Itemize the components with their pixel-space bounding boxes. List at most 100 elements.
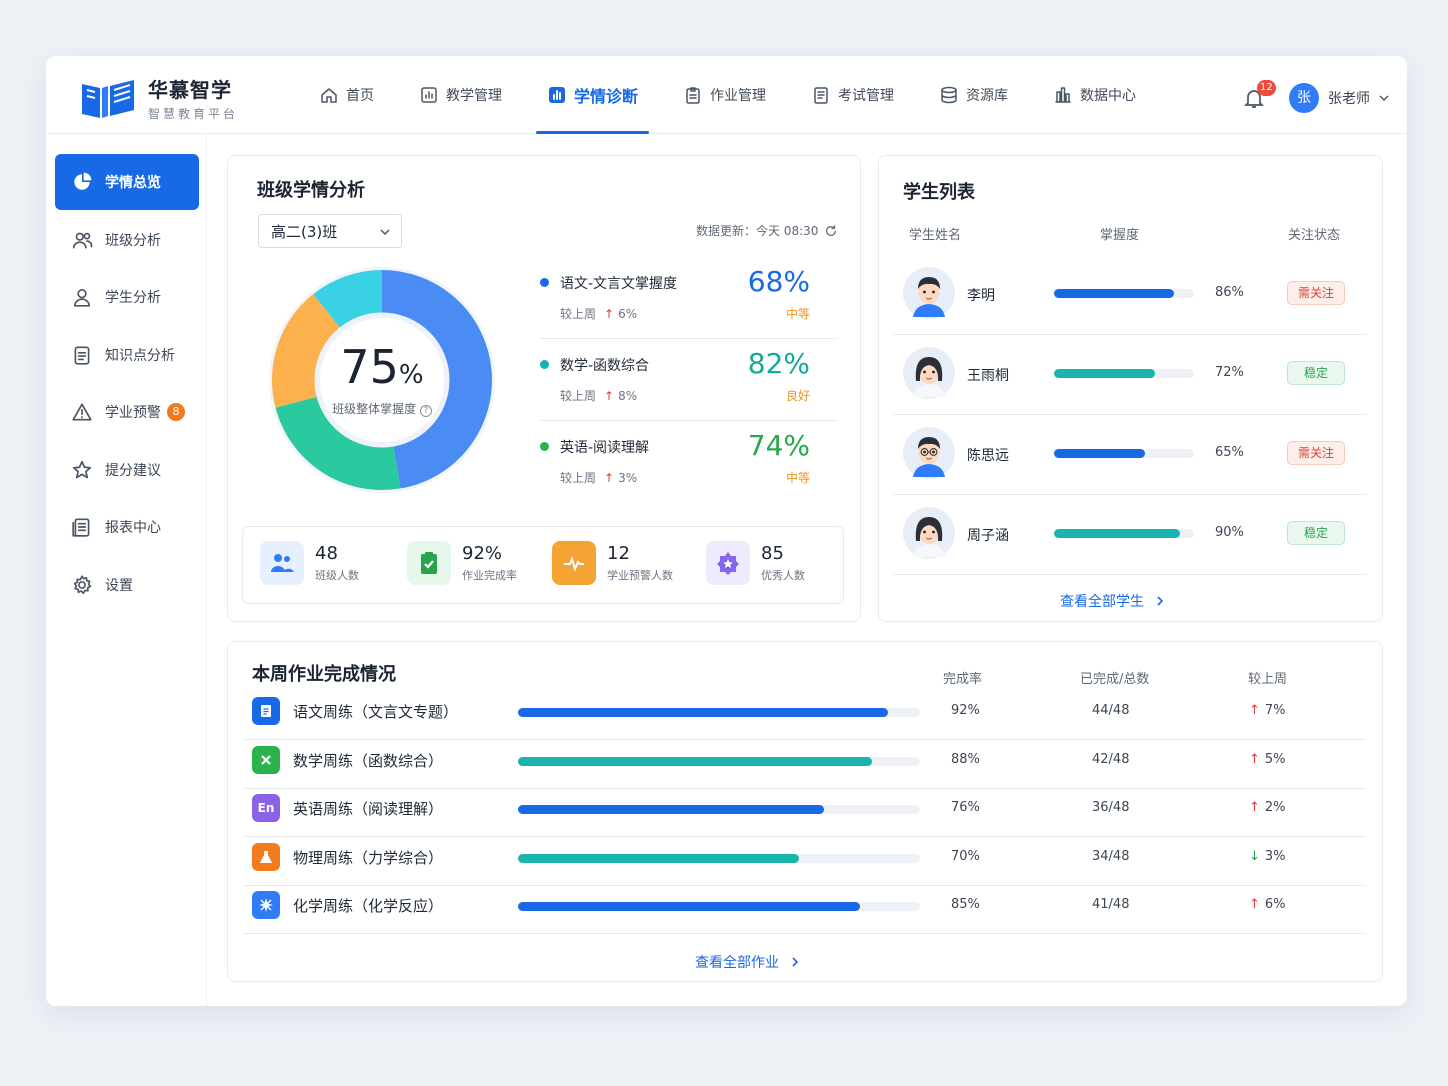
- nav-label: 数据中心: [1080, 88, 1137, 104]
- mastery-bar: [1054, 289, 1194, 298]
- subject-row[interactable]: 数学-函数综合 较上周 ↑ 8% 82% 良好: [540, 339, 838, 421]
- class-select[interactable]: 高二(3)班: [258, 214, 402, 248]
- donut-center: 75% 班级整体掌握度 ?: [264, 262, 500, 498]
- view-all-homework-link[interactable]: 查看全部作业: [695, 952, 801, 972]
- student-avatar: [903, 427, 955, 479]
- nav-item-2[interactable]: 学情诊断: [536, 56, 650, 134]
- sidebar-item-4[interactable]: 学业预警 8: [55, 384, 199, 440]
- arrow-down-icon: ↓: [1249, 848, 1260, 864]
- homework-name: 数学周练（函数综合）: [293, 751, 444, 770]
- stat-item: 48 班级人数: [260, 541, 359, 585]
- homework-name: 语文周练（文言文专题）: [293, 703, 459, 721]
- user-name: 张老师: [1328, 91, 1370, 107]
- sidebar-item-5[interactable]: 提分建议: [55, 442, 199, 498]
- completion-bar: [518, 902, 920, 911]
- subject-row[interactable]: 语文-文言文掌握度 较上周 ↑ 6% 68% 中等: [540, 257, 838, 339]
- stat-item: 12 学业预警人数: [552, 541, 673, 585]
- completion-bar: [518, 853, 920, 863]
- mastery-bar: [1054, 449, 1194, 458]
- completion-rate: 92%: [951, 703, 980, 718]
- student-avatar: [903, 507, 955, 559]
- top-header: 华慕智学 智慧教育平台 首页 教学管理 学情诊断 作业管理 考试管理 资源库 数据中心 12…: [46, 56, 1407, 134]
- status-badge: 稳定: [1287, 361, 1345, 385]
- stat-label: 作业完成率: [462, 569, 517, 582]
- subject-percent: 82%: [747, 347, 810, 380]
- sidebar-item-1[interactable]: 班级分析: [55, 212, 199, 268]
- homework-row[interactable]: 语文周练（文言文专题） 92% 44/48 ↑ 7%: [244, 691, 1366, 740]
- stat-label: 优秀人数: [761, 569, 805, 582]
- mastery-bar: [1054, 529, 1194, 538]
- nav-label: 教学管理: [446, 88, 502, 104]
- sidebar-item-0[interactable]: 学情总览: [55, 154, 199, 210]
- homework-row[interactable]: 物理周练（力学综合） 70% 34/48 ↓ 3%: [244, 837, 1366, 886]
- subject-dot: [540, 278, 549, 287]
- star-badge-icon: [706, 541, 750, 585]
- nav-item-1[interactable]: 教学管理: [408, 56, 513, 134]
- homework-name: 化学周练（化学反应）: [293, 897, 444, 915]
- homework-row[interactable]: 化学周练（化学反应） 85% 41/48 ↑ 6%: [244, 885, 1366, 934]
- completion-count: 41/48: [1092, 897, 1130, 912]
- completion-bar: [518, 756, 920, 766]
- subject-level: 中等: [785, 307, 810, 321]
- student-row[interactable]: 周子涵 90% 稳定: [893, 495, 1367, 575]
- completion-count: 44/48: [1092, 703, 1130, 718]
- view-all-students-link[interactable]: 查看全部学生: [1060, 591, 1166, 611]
- nav-label: 作业管理: [710, 88, 767, 104]
- homework-row[interactable]: En 英语周练（阅读理解） 76% 36/48 ↑ 2%: [244, 788, 1366, 837]
- chevron-right-icon: [792, 957, 799, 967]
- subject-row[interactable]: 英语-阅读理解 较上周 ↑ 3% 74% 中等: [540, 421, 838, 503]
- student-row[interactable]: 李明 86% 需关注: [893, 255, 1367, 335]
- users-icon: [72, 232, 93, 249]
- refresh-icon[interactable]: [824, 224, 838, 238]
- nav-item-4[interactable]: 考试管理: [800, 56, 905, 134]
- sidebar-item-label: 知识点分析: [105, 347, 175, 364]
- doc-icon: [252, 697, 280, 725]
- arrow-up-icon: ↑: [604, 471, 615, 485]
- student-list-card: 学生列表 学生姓名 掌握度 关注状态 李明 86% 需关注 王雨桐 72% 稳定: [878, 155, 1383, 622]
- nav-item-5[interactable]: 资源库: [928, 56, 1019, 134]
- stat-item: 85 优秀人数: [706, 541, 805, 585]
- sidebar-item-label: 设置: [105, 577, 133, 594]
- mastery-percent: 72%: [1215, 365, 1244, 380]
- completion-rate: 76%: [951, 800, 980, 815]
- clipboard-check-icon: [407, 541, 451, 585]
- completion-rate: 85%: [951, 897, 980, 912]
- user-menu[interactable]: 张 张老师: [1289, 83, 1390, 113]
- completion-bar: [518, 805, 920, 814]
- gear-icon: [73, 574, 92, 594]
- brand-logo[interactable]: 华慕智学 智慧教育平台: [78, 74, 238, 122]
- subject-dot: [540, 442, 549, 451]
- brand-subtitle: 智慧教育平台: [148, 107, 239, 121]
- sidebar-item-6[interactable]: 报表中心: [55, 499, 199, 555]
- card-title: 学生列表: [903, 182, 975, 203]
- sidebar-item-label: 学生分析: [105, 290, 161, 306]
- subject-name: 英语-阅读理解: [560, 440, 650, 456]
- update-label: 数据更新：: [696, 224, 757, 238]
- sidebar-item-3[interactable]: 知识点分析: [55, 327, 199, 383]
- student-avatar: [903, 347, 955, 399]
- homework-row[interactable]: 数学周练（函数综合） 88% 42/48 ↑ 5%: [244, 740, 1366, 789]
- student-row[interactable]: 王雨桐 72% 稳定: [893, 335, 1367, 415]
- student-avatar: [903, 267, 955, 319]
- sidebar-item-label: 学业预警: [105, 405, 161, 421]
- sidebar-item-7[interactable]: 设置: [55, 557, 199, 613]
- subject-delta: 较上周 ↑ 8%: [560, 389, 638, 403]
- status-badge: 稳定: [1287, 521, 1345, 545]
- nav-item-6[interactable]: 数据中心: [1042, 56, 1147, 134]
- mastery-percent: 86%: [1215, 285, 1244, 300]
- document-icon: [74, 345, 90, 365]
- card-title: 本周作业完成情况: [252, 664, 396, 685]
- student-row[interactable]: 陈思远 65% 需关注: [893, 415, 1367, 495]
- cross-icon: [252, 745, 280, 774]
- nav-label: 首页: [346, 88, 374, 104]
- help-icon[interactable]: ?: [419, 404, 432, 417]
- arrow-up-icon: ↑: [1249, 703, 1260, 718]
- stat-item: 92% 作业完成率: [407, 541, 517, 585]
- overall-mastery-value: 75%: [340, 339, 424, 394]
- subject-name: 数学-函数综合: [560, 358, 650, 374]
- nav-item-3[interactable]: 作业管理: [672, 56, 777, 134]
- completion-count: 42/48: [1092, 751, 1130, 767]
- stat-value: 12: [607, 543, 630, 564]
- nav-item-0[interactable]: 首页: [308, 56, 385, 134]
- sidebar-item-2[interactable]: 学生分析: [55, 269, 199, 325]
